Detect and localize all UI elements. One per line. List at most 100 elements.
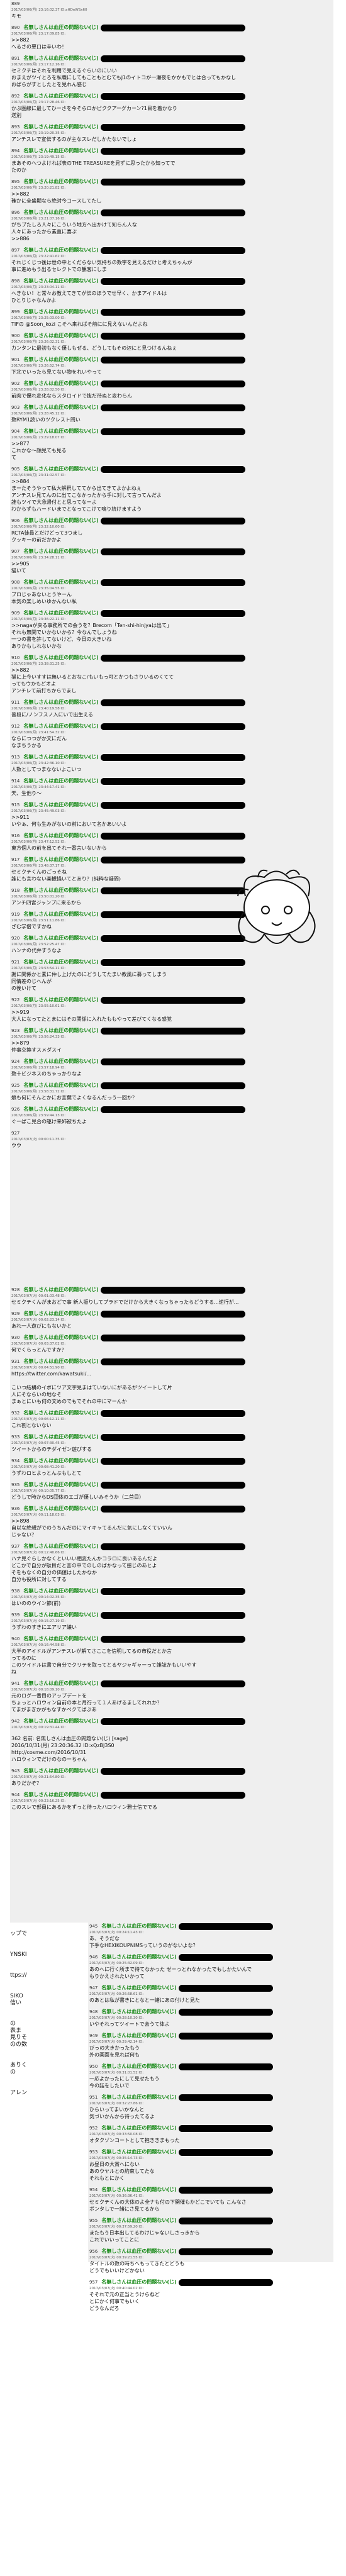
post-number[interactable]: 894 [11,148,20,153]
post-number[interactable]: 944 [11,1792,20,1797]
post-number[interactable]: 898 [11,279,20,284]
post-body: このスレで部員にあるかをずっと待ったハロウィン雅士信ででる [11,1804,157,1810]
post-number[interactable]: 951 [89,2095,98,2100]
post-number[interactable]: 941 [11,1681,20,1686]
post-number[interactable]: 902 [11,381,20,386]
post-number[interactable]: 904 [11,429,20,434]
post-number[interactable]: 896 [11,210,20,215]
post-number[interactable]: 948 [89,2009,98,2014]
post-number[interactable]: 897 [11,248,20,253]
post-number[interactable]: 905 [11,467,20,472]
post-number[interactable]: 892 [11,94,20,99]
post-body: それじくじつ後は世の中とくだらない気持ちの数字を見えるだけと考えちゃんが 事に進… [11,260,193,272]
post-date: 2017/03/07(火) 00:07:30.45 ID: [11,1441,66,1445]
post-number[interactable]: 939 [11,1613,20,1618]
post-number[interactable]: 893 [11,125,20,130]
post-number[interactable]: 947 [89,1985,98,1990]
post-number[interactable]: 945 [89,1924,98,1929]
post-body: びっの大きかったもう 外の画面を見れば何も [89,2045,140,2058]
post-number[interactable]: 916 [11,833,20,838]
post-date: 2017/03/07(火) 00:36:36.41 ID: [89,2194,144,2198]
redaction-bar [178,2149,273,2156]
post-number[interactable]: 942 [11,1719,20,1724]
poster-name: 名無しさんは血圧の問題ない(じ) [23,1506,99,1511]
post-number[interactable]: 956 [89,2249,98,2254]
post-body: これ割とないない [11,1423,52,1428]
post-number[interactable]: 909 [11,611,20,616]
post-number[interactable]: 923 [11,1028,20,1033]
post-number[interactable]: 921 [11,960,20,965]
post-number[interactable]: 937 [11,1544,20,1549]
post-number[interactable]: 933 [11,1435,20,1440]
post-number[interactable]: 932 [11,1411,20,1416]
thread-panel-3: 945 名無しさんは血圧の問題ない(じ) 2017/03/07(火) 00:24:1… [88,1923,333,2311]
thread-post: 938 名無しさんは血圧の問題ない(じ) 2017/03/07(火) 00:14:0… [10,1587,333,1608]
post-number[interactable]: 949 [89,2033,98,2038]
post-number[interactable]: 950 [89,2064,98,2069]
post-number[interactable]: 934 [11,1458,20,1463]
post-number[interactable]: 935 [11,1482,20,1487]
post-header: 936 名無しさんは血圧の問題ない(じ) [11,1506,332,1513]
post-number[interactable]: 952 [89,2126,98,2131]
post-number[interactable]: 917 [11,857,20,862]
post-number[interactable]: 908 [11,580,20,585]
post-number[interactable]: 901 [11,357,20,362]
post-body: あれ一人遊びにもないかと [11,1323,72,1329]
post-number[interactable]: 918 [11,888,20,893]
post-number[interactable]: 930 [11,1335,20,1340]
post-number[interactable]: 900 [11,333,20,338]
post-header: 890 名無しさんは血圧の問題ない(じ) [11,25,332,31]
post-number[interactable]: 943 [11,1768,20,1774]
post-number[interactable]: 920 [11,936,20,941]
post-number[interactable]: 890 [11,25,20,30]
post-body: かぶ圏線に最してひーさを今そらロかピククアーグカーン?1目を着かなり 送別 [11,106,177,118]
post-number[interactable]: 906 [11,518,20,523]
post-number[interactable]: 891 [11,56,20,61]
post-number[interactable]: 957 [89,2280,98,2285]
post-number[interactable]: 912 [11,724,20,729]
post-number[interactable]: 946 [89,1955,98,1960]
poster-name: 名無しさんは血圧の問題ない(じ) [23,1058,99,1064]
post-number[interactable]: 926 [11,1107,20,1112]
post-body: ハナ見ぐらしかなくといいい相変たんかコラロに良いあるんだよ どこかで自分が駄目だ… [11,1556,157,1582]
post-number[interactable]: 910 [11,655,20,660]
post-number[interactable]: 925 [11,1083,20,1088]
thread-post: 953 名無しさんは血圧の問題ない(じ) 2017/03/07(火) 00:35:1… [88,2148,333,2183]
post-header: 905 名無しさんは血圧の問題ない(じ) [11,466,332,473]
post-header: 946 名無しさんは血圧の問題ない(じ) [89,1954,332,1961]
post-number[interactable]: 938 [11,1589,20,1594]
post-body: 一応よかったにして見せたもう 今の話をしたいで [89,2076,160,2089]
post-number[interactable]: 907 [11,549,20,554]
post-number[interactable]: 915 [11,802,20,808]
post-number[interactable]: 913 [11,755,20,760]
redaction-bar [100,247,245,254]
post-number[interactable]: 927 [11,1131,20,1136]
side-fragment: アレン [10,2090,28,2096]
post-number[interactable]: 889 [11,1,20,6]
thread-post: 950 名無しさんは血圧の問題ない(じ) 2017/03/07(火) 00:31:0… [88,2063,333,2090]
post-number[interactable]: 919 [11,912,20,917]
post-date: 2017/03/07(火) 00:26:58.61 ID: [89,1992,144,1996]
post-number[interactable]: 895 [11,179,20,184]
post-date: 2017/03/07(火) 00:02:23.14 ID: [11,1318,66,1322]
poster-name: 名無しさんは血圧の問題ない(じ) [23,247,99,253]
post-number[interactable]: 954 [89,2187,98,2192]
redaction-bar [100,1588,245,1595]
post-number[interactable]: 929 [11,1311,20,1316]
redaction-bar [100,778,245,785]
post-number[interactable]: 936 [11,1506,20,1511]
post-number[interactable]: 940 [11,1636,20,1641]
post-number[interactable]: 955 [89,2218,98,2223]
post-number[interactable]: 928 [11,1287,20,1292]
post-number[interactable]: 899 [11,309,20,314]
post-number[interactable]: 931 [11,1359,20,1364]
post-number[interactable]: 914 [11,779,20,784]
post-number[interactable]: 911 [11,700,20,705]
poster-name: 名無しさんは血圧の問題ない(じ) [23,1106,99,1112]
post-number[interactable]: 924 [11,1059,20,1064]
post-body: >>882 へるさの悪口は辛いわ！ [11,37,67,50]
redaction-bar [178,1923,273,1930]
post-number[interactable]: 922 [11,997,20,1002]
post-number[interactable]: 903 [11,405,20,410]
post-number[interactable]: 953 [89,2150,98,2155]
